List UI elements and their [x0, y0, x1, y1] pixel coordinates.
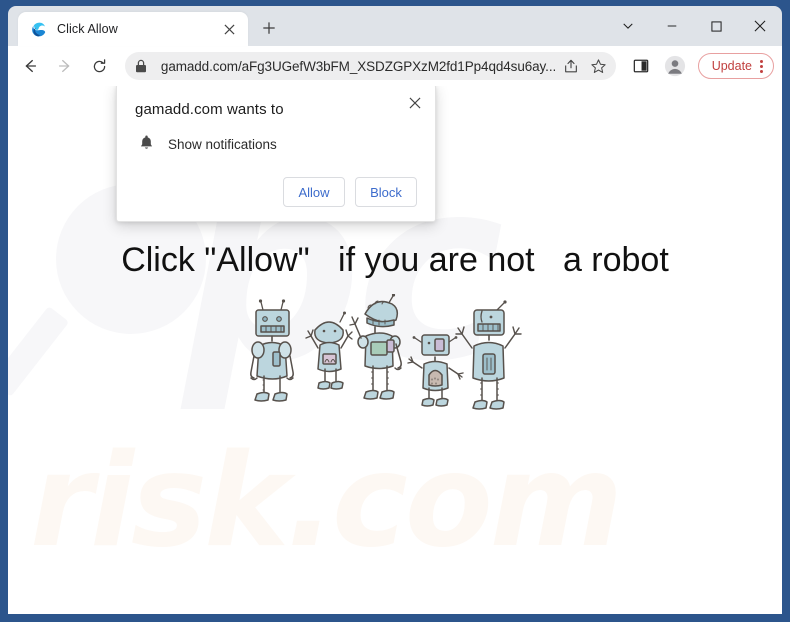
- watermark-bottom-text: risk.com: [30, 427, 623, 576]
- tab-actions-chevron-icon[interactable]: [606, 9, 650, 43]
- address-bar[interactable]: gamadd.com/aFg3UGefW3bFM_XSDZGPXzM2fd1Pp…: [124, 52, 616, 80]
- tab-close-icon[interactable]: [218, 18, 240, 40]
- dialog-permission-label: Show notifications: [168, 137, 277, 152]
- lock-icon: [135, 59, 151, 73]
- notification-permission-dialog: gamadd.com wants to Show notifications A…: [116, 86, 436, 222]
- browser-toolbar: gamadd.com/aFg3UGefW3bFM_XSDZGPXzM2fd1Pp…: [8, 46, 782, 86]
- dialog-title: gamadd.com wants to: [135, 101, 284, 118]
- robots-illustration: [8, 294, 782, 412]
- tab-strip: Click Allow: [8, 6, 782, 46]
- browser-window: Click Allow gamadd.com/aFg3UGefW3bFM_XSD…: [0, 0, 790, 622]
- block-button[interactable]: Block: [355, 177, 417, 207]
- dialog-close-icon[interactable]: [403, 91, 427, 115]
- close-window-button[interactable]: [738, 9, 782, 43]
- edge-favicon-icon: [30, 21, 47, 38]
- window-controls: [606, 6, 782, 46]
- tab-title: Click Allow: [57, 22, 118, 36]
- dialog-permission-row: Show notifications: [135, 134, 417, 155]
- url-text: gamadd.com/aFg3UGefW3bFM_XSDZGPXzM2fd1Pp…: [160, 58, 556, 74]
- reload-button[interactable]: [84, 50, 116, 82]
- bell-icon: [139, 134, 154, 155]
- share-icon[interactable]: [558, 53, 584, 79]
- minimize-button[interactable]: [650, 9, 694, 43]
- browser-tab[interactable]: Click Allow: [18, 12, 248, 46]
- star-icon[interactable]: [586, 53, 612, 79]
- settings-and-more-icon[interactable]: [760, 59, 767, 73]
- forward-button[interactable]: [49, 50, 81, 82]
- page-viewport: pc risk.com Click "Allow" if you are not…: [8, 86, 782, 614]
- profile-avatar[interactable]: [660, 51, 690, 81]
- page-headline: Click "Allow" if you are not a robot: [121, 241, 669, 279]
- back-button[interactable]: [14, 50, 46, 82]
- update-button[interactable]: Update: [697, 53, 774, 79]
- allow-button[interactable]: Allow: [283, 177, 345, 207]
- update-label: Update: [711, 59, 752, 73]
- maximize-button[interactable]: [694, 9, 738, 43]
- new-tab-button[interactable]: [254, 13, 284, 43]
- split-screen-icon[interactable]: [626, 51, 656, 81]
- dialog-actions: Allow Block: [135, 177, 417, 207]
